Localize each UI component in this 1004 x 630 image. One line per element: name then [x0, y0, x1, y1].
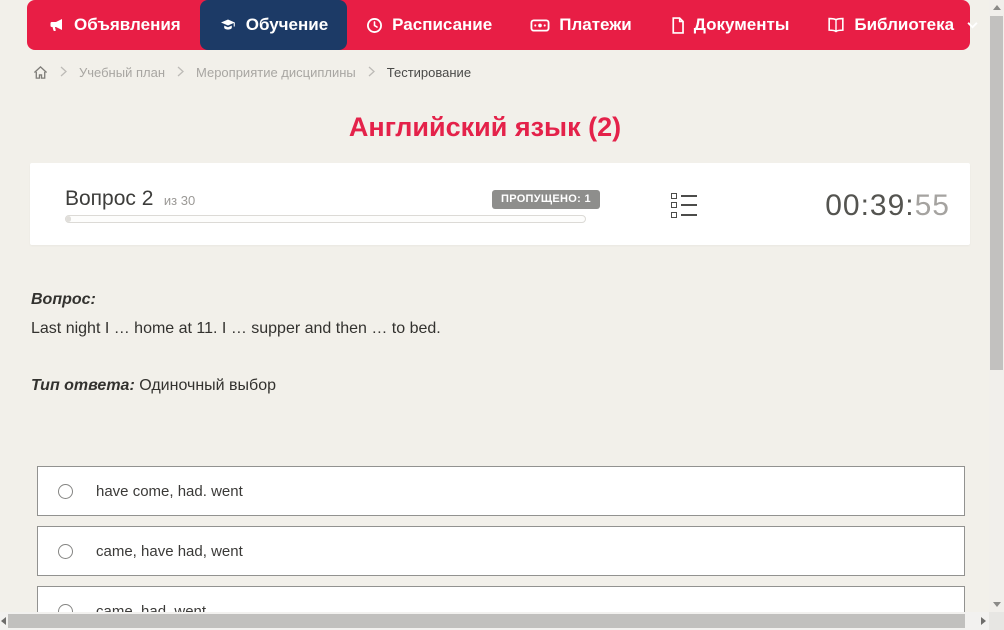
progress-fill — [66, 216, 72, 222]
chevron-down-icon — [967, 21, 978, 29]
timer-hours-minutes: 00:39: — [825, 189, 915, 222]
answer-type-value: Одиночный выбор — [139, 377, 276, 394]
option-label: came, have had, went — [96, 542, 243, 560]
nav-item-label: Платежи — [559, 15, 632, 34]
question-counter: Вопрос 2 из 30 — [65, 187, 195, 211]
scroll-up-arrow[interactable] — [993, 5, 1001, 10]
answer-type-label: Тип ответа: — [31, 377, 135, 394]
breadcrumb: Учебный план Мероприятие дисциплины Тест… — [33, 62, 471, 82]
clock-icon — [366, 17, 383, 34]
nav-item-documents[interactable]: Документы — [651, 0, 809, 50]
vertical-scrollbar-thumb[interactable] — [990, 16, 1003, 370]
chevron-right-icon — [177, 65, 184, 80]
megaphone-icon — [48, 17, 65, 33]
graduation-cap-icon — [219, 17, 237, 33]
question-list-button[interactable] — [671, 192, 699, 218]
document-icon — [670, 16, 685, 34]
nav-item-education[interactable]: Обучение — [199, 0, 348, 50]
page-title: Английский язык (2) — [348, 112, 622, 142]
nav-item-label: Объявления — [74, 15, 181, 34]
progress-bar — [65, 215, 586, 223]
main-navbar: Объявления Обучение Расписание Платежи Д… — [27, 0, 978, 50]
answer-option-2[interactable]: came, have had, went — [37, 526, 965, 576]
nav-item-label: Обучение — [245, 15, 329, 34]
countdown-timer: 00:39:55 — [825, 189, 950, 223]
nav-item-payments[interactable]: Платежи — [511, 0, 651, 50]
nav-item-label: Документы — [693, 15, 790, 34]
nav-item-schedule[interactable]: Расписание — [347, 0, 511, 50]
answer-option-1[interactable]: have come, had. went — [37, 466, 965, 516]
breadcrumb-discipline-event[interactable]: Мероприятие дисциплины — [196, 65, 356, 80]
horizontal-scrollbar[interactable] — [0, 612, 989, 630]
answer-options: have come, had. went came, have had, wen… — [37, 466, 965, 630]
scroll-down-arrow[interactable] — [993, 602, 1001, 607]
question-total: из 30 — [163, 193, 196, 208]
answer-type-row: Тип ответа: Одиночный выбор — [31, 377, 276, 395]
radio-button[interactable] — [58, 543, 73, 559]
chevron-right-icon — [368, 65, 375, 80]
option-label: have come, had. went — [96, 482, 243, 500]
radio-button[interactable] — [58, 483, 73, 499]
nav-item-label: Библиотека — [854, 15, 955, 34]
horizontal-scrollbar-thumb[interactable] — [8, 614, 965, 628]
book-icon — [827, 17, 845, 33]
banknote-icon — [530, 18, 550, 33]
breadcrumb-testing: Тестирование — [386, 64, 472, 80]
question-block: Вопрос: Last night I … home at 11. I … s… — [31, 291, 951, 340]
skipped-badge: ПРОПУЩЕНО: 1 — [492, 190, 600, 209]
question-text: Last night I … home at 11. I … supper an… — [31, 320, 441, 337]
timer-seconds: 55 — [914, 189, 950, 222]
scrollbar-corner — [989, 612, 1004, 630]
nav-item-label: Расписание — [392, 15, 493, 34]
home-icon[interactable] — [33, 65, 48, 80]
breadcrumb-curriculum[interactable]: Учебный план — [79, 65, 165, 80]
scroll-left-arrow[interactable] — [1, 617, 6, 625]
vertical-scrollbar[interactable] — [989, 0, 1004, 612]
question-number: Вопрос 2 — [65, 187, 154, 210]
question-header-card: Вопрос 2 из 30 ПРОПУЩЕНО: 1 00:39:55 — [30, 163, 970, 245]
scroll-right-arrow[interactable] — [981, 617, 986, 625]
question-heading: Вопрос: — [31, 291, 96, 308]
nav-item-announcements[interactable]: Объявления — [29, 0, 200, 50]
nav-item-library[interactable]: Библиотека — [808, 0, 997, 50]
chevron-right-icon — [60, 65, 67, 80]
quiz-page: Объявления Обучение Расписание Платежи Д… — [0, 0, 1004, 630]
